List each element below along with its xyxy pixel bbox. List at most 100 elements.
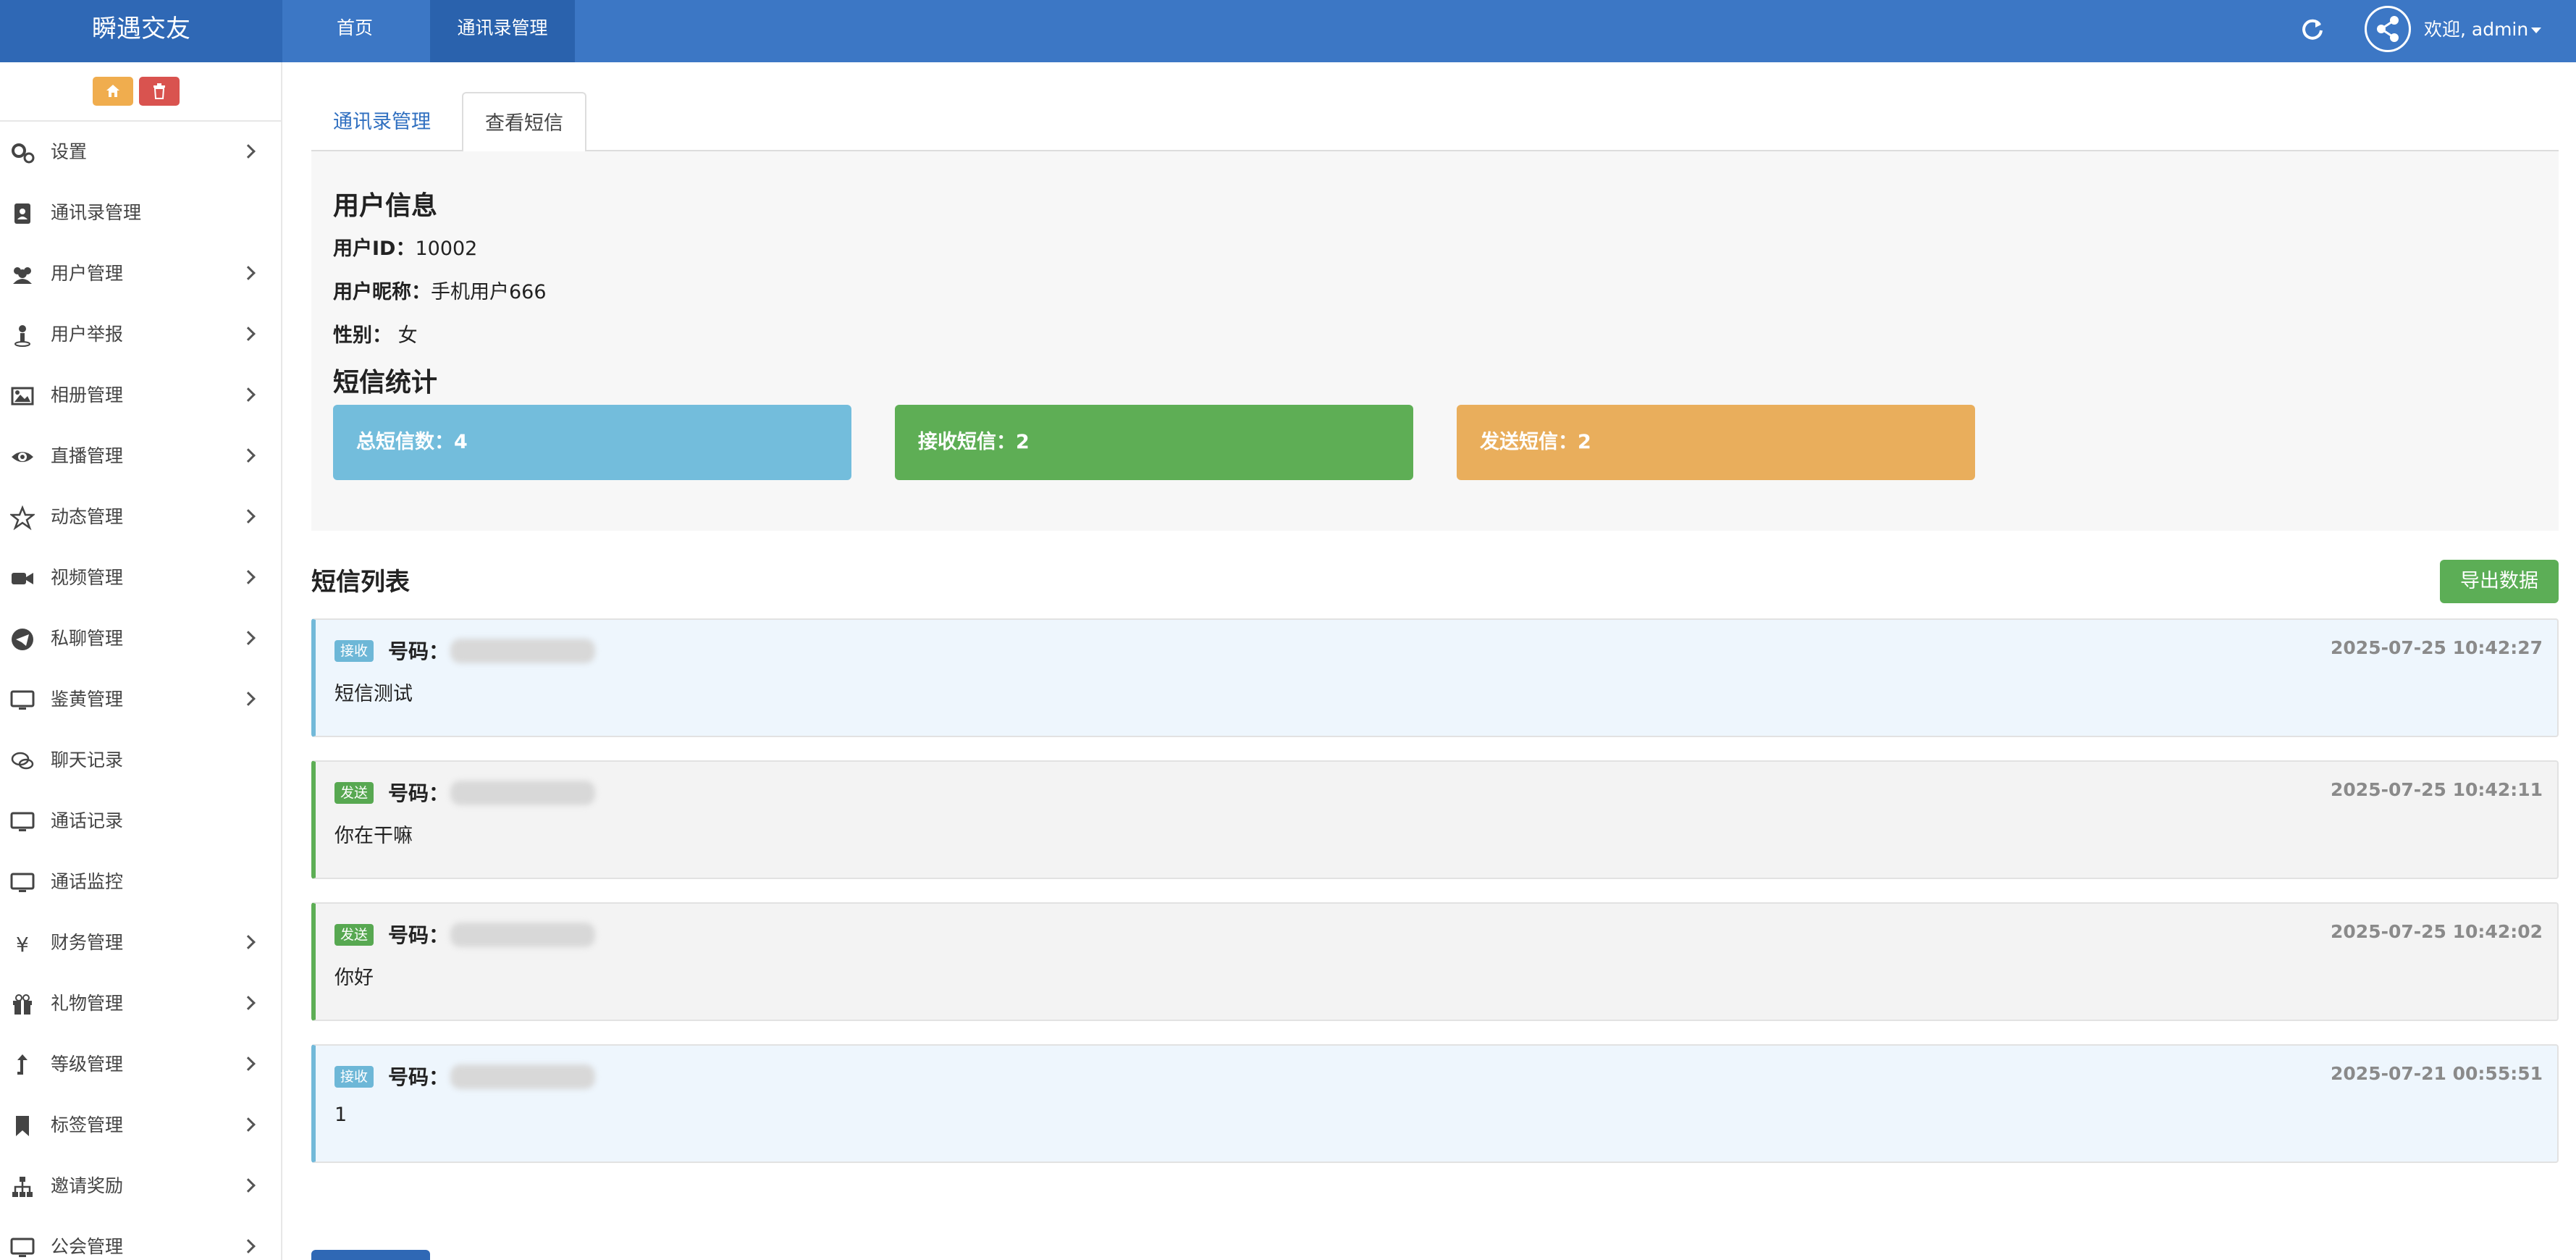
back-button[interactable] [311,1250,430,1260]
svg-text:¥: ¥ [16,933,29,956]
chevron-right-icon [241,266,256,280]
user-gender-value: 女 [397,324,418,347]
gift-icon [13,994,32,1015]
home-button[interactable] [93,77,133,106]
redacted-phone-number [450,1064,595,1089]
sidebar-item[interactable]: 标签管理 [0,1095,281,1156]
tab-view-sms[interactable]: 查看短信 [462,92,586,153]
sitemap-icon [12,1177,33,1197]
nav-home[interactable]: 首页 [319,0,391,62]
sidebar-item-label: 礼物管理 [51,993,124,1014]
sms-type-badge: 发送 [334,924,374,946]
sidebar-item-label: 设置 [51,141,88,162]
sidebar-item[interactable]: 通话监控 [0,852,281,912]
sms-time: 2025-07-25 10:42:11 [2331,779,2543,800]
sidebar-toolbar [0,62,281,122]
sidebar-item-label: 鉴黄管理 [51,689,124,710]
sidebar-item[interactable]: 直播管理 [0,426,281,487]
chevron-right-icon [241,448,256,463]
telegram-icon [12,629,33,650]
sidebar-item[interactable]: 视频管理 [0,547,281,608]
sms-content: 短信测试 [334,683,413,705]
yen-icon: ¥ [16,933,29,956]
sidebar-item[interactable]: 用户管理 [0,243,281,304]
top-navbar: 瞬遇交友 首页 通讯录管理 欢迎, admin [0,0,2576,62]
stat-total-sms: 总短信数：4 [333,405,851,480]
sms-item: 发送 号码： 2025-07-25 10:42:02 你好 [311,902,2559,1021]
sidebar-item-label: 邀请奖励 [51,1175,124,1196]
report-icon [14,325,30,347]
refresh-icon[interactable] [2299,16,2325,42]
chevron-right-icon [241,387,256,402]
stat-sent-sms: 发送短信：2 [1457,405,1975,480]
sidebar-item-label: 通讯录管理 [51,202,142,223]
tab-contacts-management[interactable]: 通讯录管理 [311,92,453,151]
sidebar-item[interactable]: 相册管理 [0,365,281,426]
redacted-phone-number [450,781,595,805]
trash-icon [153,83,165,99]
sms-content: 你好 [334,967,374,989]
brand-logo[interactable]: 瞬遇交友 [0,0,282,62]
user-menu[interactable]: 欢迎, admin [2424,0,2542,62]
gears-icon [12,143,35,164]
chevron-right-icon [241,509,256,524]
sidebar-item[interactable]: 通话记录 [0,791,281,852]
sms-type-badge: 接收 [334,640,374,662]
caret-down-icon [2531,28,2542,33]
clear-cache-button[interactable] [139,77,180,106]
avatar[interactable] [2365,6,2411,52]
sms-number-label: 号码： [388,781,450,805]
video-icon [12,573,33,584]
star-icon [10,505,35,530]
sidebar-item-label: 通话记录 [51,810,124,831]
sidebar-item[interactable]: 用户举报 [0,304,281,365]
sidebar-item[interactable]: 邀请奖励 [0,1156,281,1217]
nav-contacts-management[interactable]: 通讯录管理 [430,0,575,62]
share-nodes-icon [2377,16,2399,42]
chevron-right-icon [241,327,256,341]
bookmark-icon [16,1116,29,1136]
sidebar-item[interactable]: 聊天记录 [0,730,281,791]
sidebar-item-label: 公会管理 [51,1236,124,1257]
sidebar-item[interactable]: 鉴黄管理 [0,669,281,730]
level-up-icon [17,1054,28,1075]
sidebar-item-label: 直播管理 [51,445,124,466]
desktop-icon [10,873,35,892]
sms-stats-heading: 短信统计 [333,368,438,398]
eye-icon [12,452,33,462]
welcome-text: 欢迎, admin [2424,19,2529,40]
sidebar-item[interactable]: 等级管理 [0,1034,281,1095]
sidebar-item[interactable]: 礼物管理 [0,973,281,1034]
sms-number-label: 号码： [388,1065,450,1089]
sms-type-badge: 发送 [334,782,374,804]
desktop-icon [10,690,35,710]
sidebar-item-label: 私聊管理 [51,628,124,649]
sms-number-label: 号码： [388,639,450,663]
user-id-row: 用户ID：10002 [333,232,477,261]
chevron-right-icon [241,570,256,584]
tab-bar: 通讯录管理 查看短信 [311,92,2559,153]
users-icon [13,267,32,284]
sidebar-item[interactable]: 设置 [0,122,281,182]
chevron-right-icon [241,1057,256,1071]
sms-content: 你在干嘛 [334,825,413,847]
user-id-label: 用户ID： [333,238,416,260]
desktop-icon [10,812,35,831]
home-icon [106,85,119,97]
sidebar-item[interactable]: 动态管理 [0,487,281,547]
sidebar-item[interactable]: 私聊管理 [0,608,281,669]
sms-time: 2025-07-25 10:42:27 [2331,637,2543,658]
sms-item: 接收 号码： 2025-07-21 00:55:51 1 [311,1044,2559,1163]
sms-time: 2025-07-21 00:55:51 [2331,1063,2543,1084]
user-nickname-row: 用户昵称：手机用户666 [333,276,547,304]
sidebar-item[interactable]: 公会管理 [0,1217,281,1260]
stat-received-sms: 接收短信：2 [895,405,1413,480]
sidebar-item-label: 用户举报 [51,324,124,345]
export-data-button[interactable]: 导出数据 [2440,560,2559,603]
address-book-icon [14,203,30,224]
sidebar-item[interactable]: ¥ 财务管理 [0,912,281,973]
sidebar-item[interactable]: 通讯录管理 [0,182,281,243]
sms-type-badge: 接收 [334,1066,374,1088]
user-info-panel: 用户信息 用户ID：10002 用户昵称：手机用户666 性别： 女 短信统计 … [311,151,2559,531]
chevron-right-icon [241,692,256,706]
